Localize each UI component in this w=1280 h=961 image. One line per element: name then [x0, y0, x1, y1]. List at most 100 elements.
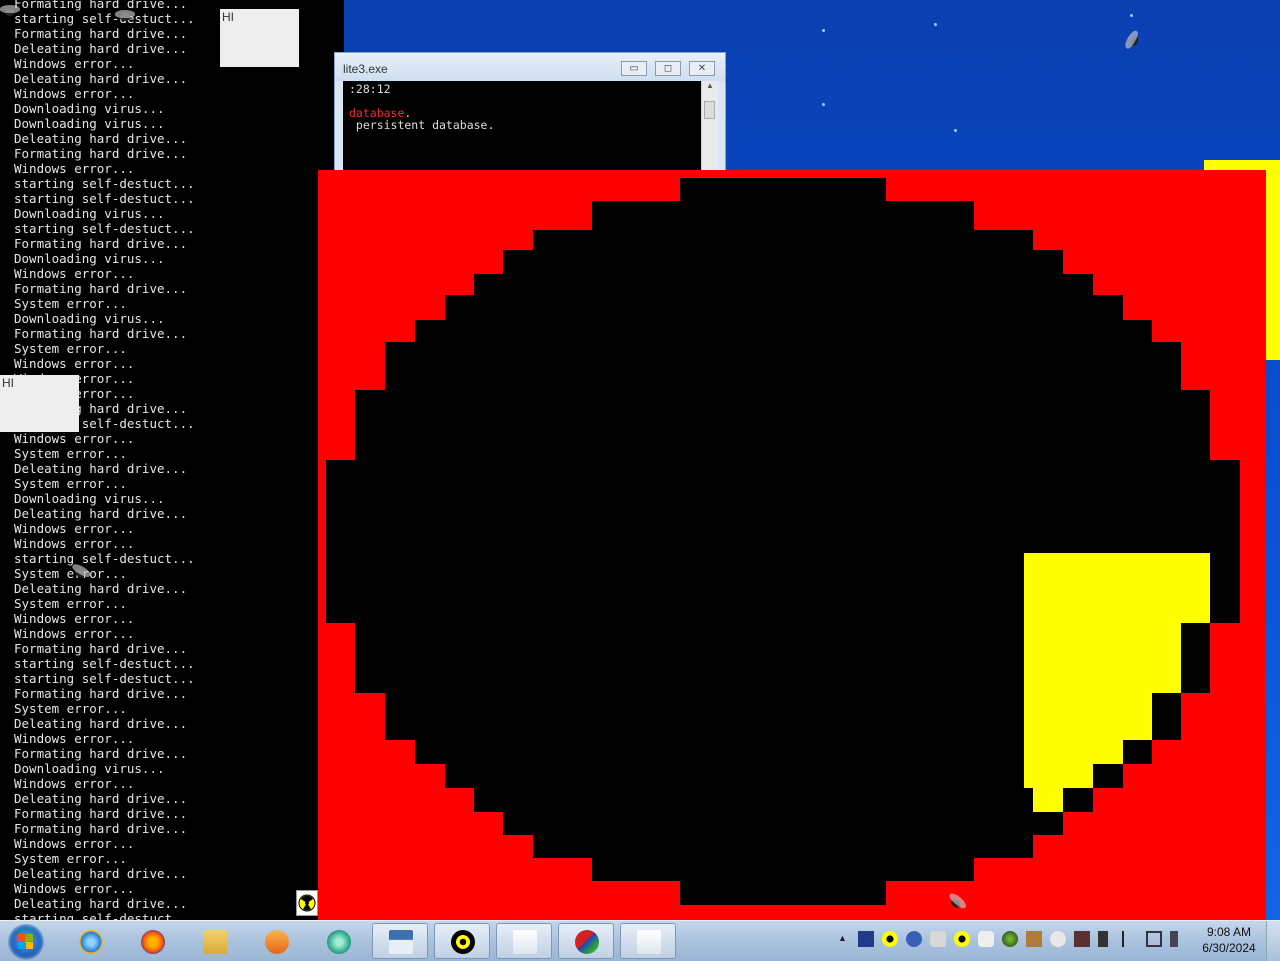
maximize-button[interactable]: ◻: [655, 61, 681, 76]
taskbar-button-exe-window[interactable]: [496, 923, 552, 959]
tray-ball-icon[interactable]: [1002, 931, 1018, 947]
fly-sprite: [115, 10, 135, 24]
console-line: starting self-destuct...: [14, 911, 195, 920]
console-line: System error...: [14, 851, 127, 866]
console-line: Windows error...: [14, 536, 135, 551]
media-player-icon: [265, 930, 289, 954]
taskbar-button-installer[interactable]: [558, 923, 614, 959]
console-line: Formating hard drive...: [14, 746, 188, 761]
console-line: Deleating hard drive...: [14, 506, 188, 521]
desktop-star: [934, 23, 937, 26]
console-line: System error...: [14, 341, 127, 356]
fly-sprite: [1123, 29, 1145, 53]
console-line: starting self-destuct...: [14, 221, 195, 236]
console-line: Formating hard drive...: [14, 146, 188, 161]
console-line: Deleating hard drive...: [14, 791, 188, 806]
close-button[interactable]: ✕: [689, 61, 715, 76]
firefox-icon: [141, 930, 165, 954]
scroll-up-icon[interactable]: ▲: [702, 81, 718, 90]
console-line: Downloading virus...: [14, 101, 165, 116]
desktop-star: [954, 129, 957, 132]
tray-pinwheel-icon[interactable]: [930, 931, 946, 947]
tray-globe-icon[interactable]: [906, 931, 922, 947]
console-line: Deleating hard drive...: [14, 896, 188, 911]
console-line: Deleating hard drive...: [14, 131, 188, 146]
file-explorer-icon: [203, 930, 227, 954]
taskbar-button-window-app[interactable]: [372, 923, 428, 959]
action-center-flag-icon[interactable]: [1122, 931, 1136, 947]
system-clock[interactable]: 9:08 AM 6/30/2024: [1196, 924, 1262, 956]
hi-popup-left[interactable]: HI: [0, 375, 79, 432]
tray-radiation-icon[interactable]: [882, 931, 898, 947]
console-line: System error...: [14, 701, 127, 716]
sqlite-line-time: :28:12: [349, 82, 391, 96]
sqlite-line-persistent: persistent database.: [349, 118, 495, 132]
console-line: Windows error...: [14, 881, 135, 896]
console-line: Deleating hard drive...: [14, 461, 188, 476]
radiation-app-icon: [451, 930, 475, 954]
taskbar-button-chat-app[interactable]: [310, 923, 366, 959]
clock-date: 6/30/2024: [1202, 941, 1256, 955]
console-line: starting self-destuct...: [14, 551, 195, 566]
network-icon[interactable]: [1146, 931, 1162, 947]
tray-skull-icon[interactable]: [978, 931, 994, 947]
taskbar-button-file-explorer[interactable]: [186, 923, 242, 959]
pacman-window: [318, 170, 1266, 920]
console-line: Windows error...: [14, 626, 135, 641]
console-line: System error...: [14, 476, 127, 491]
window-app-icon: [389, 930, 413, 954]
taskbar-button-radiation-app[interactable]: [434, 923, 490, 959]
taskbar-button-media-player[interactable]: [248, 923, 304, 959]
console-line: Deleating hard drive...: [14, 716, 188, 731]
console-line: Windows error...: [14, 731, 135, 746]
tray-chart-icon[interactable]: [858, 931, 874, 947]
console-line: Formating hard drive...: [14, 0, 188, 11]
volume-muted-icon[interactable]: [1170, 931, 1186, 947]
console-line: Formating hard drive...: [14, 281, 188, 296]
radiation-icon[interactable]: [296, 890, 318, 916]
start-button[interactable]: [8, 924, 44, 960]
scroll-thumb[interactable]: [704, 101, 715, 119]
tray-radiation-2-icon[interactable]: [954, 931, 970, 947]
console-line: Formating hard drive...: [14, 26, 188, 41]
tray-expand-icon[interactable]: ▲: [838, 933, 847, 943]
console-line: Deleating hard drive...: [14, 41, 188, 56]
taskbar-button-firefox[interactable]: [124, 923, 180, 959]
sqlite-console[interactable]: :28:12 database. persistent database.: [343, 81, 701, 170]
console-line: starting self-destuct...: [14, 176, 195, 191]
console-line: Formating hard drive...: [14, 806, 188, 821]
taskbar-button-internet-explorer[interactable]: [62, 923, 118, 959]
sqlite-window[interactable]: lite3.exe ▭ ◻ ✕ :28:12 database. persist…: [334, 52, 726, 170]
sqlite-window-title: lite3.exe: [343, 62, 388, 76]
tray-shield-icon[interactable]: [1050, 931, 1066, 947]
minimize-button[interactable]: ▭: [621, 61, 647, 76]
sqlite-titlebar[interactable]: lite3.exe ▭ ◻ ✕: [335, 53, 725, 81]
console-line: Deleating hard drive...: [14, 71, 188, 86]
internet-explorer-icon: [79, 930, 103, 954]
pacman-circle: [326, 178, 1240, 905]
console-line: Downloading virus...: [14, 311, 165, 326]
console-line: Formating hard drive...: [14, 686, 188, 701]
installer-icon: [575, 930, 599, 954]
console-line: starting self-destuct...: [14, 671, 195, 686]
tray-box-icon[interactable]: [1026, 931, 1042, 947]
sqlite-scrollbar[interactable]: ▲: [701, 81, 718, 170]
console-line: Windows error...: [14, 431, 135, 446]
console-line: System error...: [14, 446, 127, 461]
console-line: Windows error...: [14, 776, 135, 791]
taskbar-button-exe-window-2[interactable]: [620, 923, 676, 959]
taskbar: ▲ 9:08 AM 6/30/2024: [0, 920, 1280, 961]
console-line: Windows error...: [14, 611, 135, 626]
console-line: Windows error...: [14, 836, 135, 851]
console-line: Formating hard drive...: [14, 326, 188, 341]
console-line: Formating hard drive...: [14, 821, 188, 836]
show-desktop-button[interactable]: [1266, 921, 1280, 961]
console-line: Formating hard drive...: [14, 641, 188, 656]
console-line: Windows error...: [14, 161, 135, 176]
console-line: System error...: [14, 566, 127, 581]
desktop-star: [822, 103, 825, 106]
tray-bug-icon[interactable]: [1074, 931, 1090, 947]
console-line: Deleating hard drive...: [14, 866, 188, 881]
tray-tool-icon[interactable]: [1098, 931, 1108, 947]
hi-popup-top[interactable]: HI: [220, 9, 299, 67]
